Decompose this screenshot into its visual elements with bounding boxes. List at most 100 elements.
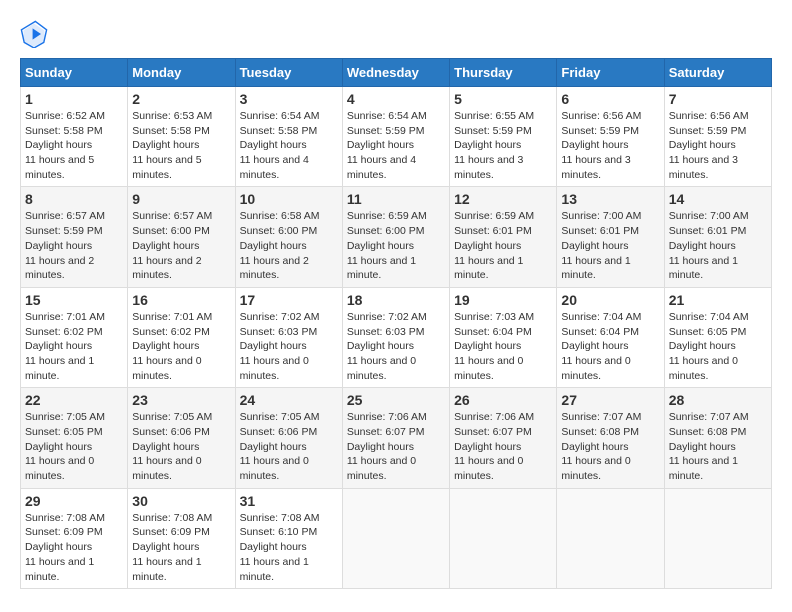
- calendar-cell: [342, 488, 449, 588]
- calendar-cell: 13 Sunrise: 7:00 AM Sunset: 6:01 PM Dayl…: [557, 187, 664, 287]
- logo: [20, 20, 52, 48]
- day-info: Sunrise: 6:56 AM Sunset: 5:59 PM Dayligh…: [669, 109, 767, 182]
- day-number: 15: [25, 292, 123, 308]
- calendar-week-4: 22 Sunrise: 7:05 AM Sunset: 6:05 PM Dayl…: [21, 388, 772, 488]
- day-info: Sunrise: 7:07 AM Sunset: 6:08 PM Dayligh…: [669, 410, 767, 483]
- calendar-cell: 22 Sunrise: 7:05 AM Sunset: 6:05 PM Dayl…: [21, 388, 128, 488]
- day-number: 29: [25, 493, 123, 509]
- calendar-cell: 7 Sunrise: 6:56 AM Sunset: 5:59 PM Dayli…: [664, 87, 771, 187]
- day-info: Sunrise: 7:01 AM Sunset: 6:02 PM Dayligh…: [132, 310, 230, 383]
- weekday-header-wednesday: Wednesday: [342, 59, 449, 87]
- calendar-table: SundayMondayTuesdayWednesdayThursdayFrid…: [20, 58, 772, 589]
- calendar-cell: 20 Sunrise: 7:04 AM Sunset: 6:04 PM Dayl…: [557, 287, 664, 387]
- day-number: 24: [240, 392, 338, 408]
- weekday-header-monday: Monday: [128, 59, 235, 87]
- weekday-header-sunday: Sunday: [21, 59, 128, 87]
- weekday-row: SundayMondayTuesdayWednesdayThursdayFrid…: [21, 59, 772, 87]
- day-info: Sunrise: 6:57 AM Sunset: 5:59 PM Dayligh…: [25, 209, 123, 282]
- day-number: 20: [561, 292, 659, 308]
- calendar-cell: 18 Sunrise: 7:02 AM Sunset: 6:03 PM Dayl…: [342, 287, 449, 387]
- calendar-cell: 3 Sunrise: 6:54 AM Sunset: 5:58 PM Dayli…: [235, 87, 342, 187]
- day-number: 11: [347, 191, 445, 207]
- day-info: Sunrise: 6:53 AM Sunset: 5:58 PM Dayligh…: [132, 109, 230, 182]
- calendar-cell: 2 Sunrise: 6:53 AM Sunset: 5:58 PM Dayli…: [128, 87, 235, 187]
- day-number: 31: [240, 493, 338, 509]
- calendar-cell: [450, 488, 557, 588]
- calendar-header: SundayMondayTuesdayWednesdayThursdayFrid…: [21, 59, 772, 87]
- weekday-header-thursday: Thursday: [450, 59, 557, 87]
- day-info: Sunrise: 7:08 AM Sunset: 6:09 PM Dayligh…: [25, 511, 123, 584]
- day-info: Sunrise: 7:04 AM Sunset: 6:05 PM Dayligh…: [669, 310, 767, 383]
- day-number: 14: [669, 191, 767, 207]
- day-info: Sunrise: 6:54 AM Sunset: 5:59 PM Dayligh…: [347, 109, 445, 182]
- calendar-cell: 9 Sunrise: 6:57 AM Sunset: 6:00 PM Dayli…: [128, 187, 235, 287]
- weekday-header-friday: Friday: [557, 59, 664, 87]
- day-info: Sunrise: 6:59 AM Sunset: 6:00 PM Dayligh…: [347, 209, 445, 282]
- calendar-week-1: 1 Sunrise: 6:52 AM Sunset: 5:58 PM Dayli…: [21, 87, 772, 187]
- day-info: Sunrise: 6:52 AM Sunset: 5:58 PM Dayligh…: [25, 109, 123, 182]
- day-number: 4: [347, 91, 445, 107]
- day-info: Sunrise: 7:00 AM Sunset: 6:01 PM Dayligh…: [561, 209, 659, 282]
- day-info: Sunrise: 7:05 AM Sunset: 6:05 PM Dayligh…: [25, 410, 123, 483]
- calendar-cell: 24 Sunrise: 7:05 AM Sunset: 6:06 PM Dayl…: [235, 388, 342, 488]
- day-info: Sunrise: 7:01 AM Sunset: 6:02 PM Dayligh…: [25, 310, 123, 383]
- day-info: Sunrise: 7:05 AM Sunset: 6:06 PM Dayligh…: [240, 410, 338, 483]
- calendar-cell: [557, 488, 664, 588]
- day-info: Sunrise: 7:06 AM Sunset: 6:07 PM Dayligh…: [347, 410, 445, 483]
- calendar-cell: 8 Sunrise: 6:57 AM Sunset: 5:59 PM Dayli…: [21, 187, 128, 287]
- day-info: Sunrise: 7:03 AM Sunset: 6:04 PM Dayligh…: [454, 310, 552, 383]
- day-number: 19: [454, 292, 552, 308]
- day-number: 12: [454, 191, 552, 207]
- day-number: 8: [25, 191, 123, 207]
- calendar-cell: 1 Sunrise: 6:52 AM Sunset: 5:58 PM Dayli…: [21, 87, 128, 187]
- day-info: Sunrise: 6:58 AM Sunset: 6:00 PM Dayligh…: [240, 209, 338, 282]
- calendar-week-2: 8 Sunrise: 6:57 AM Sunset: 5:59 PM Dayli…: [21, 187, 772, 287]
- day-number: 3: [240, 91, 338, 107]
- day-number: 22: [25, 392, 123, 408]
- day-info: Sunrise: 7:04 AM Sunset: 6:04 PM Dayligh…: [561, 310, 659, 383]
- day-info: Sunrise: 6:57 AM Sunset: 6:00 PM Dayligh…: [132, 209, 230, 282]
- day-info: Sunrise: 7:02 AM Sunset: 6:03 PM Dayligh…: [347, 310, 445, 383]
- day-number: 16: [132, 292, 230, 308]
- calendar-cell: 31 Sunrise: 7:08 AM Sunset: 6:10 PM Dayl…: [235, 488, 342, 588]
- calendar-cell: 23 Sunrise: 7:05 AM Sunset: 6:06 PM Dayl…: [128, 388, 235, 488]
- logo-icon: [20, 20, 48, 48]
- day-number: 18: [347, 292, 445, 308]
- day-number: 30: [132, 493, 230, 509]
- day-number: 28: [669, 392, 767, 408]
- calendar-cell: 26 Sunrise: 7:06 AM Sunset: 6:07 PM Dayl…: [450, 388, 557, 488]
- day-number: 10: [240, 191, 338, 207]
- day-info: Sunrise: 7:00 AM Sunset: 6:01 PM Dayligh…: [669, 209, 767, 282]
- calendar-cell: 14 Sunrise: 7:00 AM Sunset: 6:01 PM Dayl…: [664, 187, 771, 287]
- calendar-cell: [664, 488, 771, 588]
- calendar-cell: 30 Sunrise: 7:08 AM Sunset: 6:09 PM Dayl…: [128, 488, 235, 588]
- calendar-cell: 19 Sunrise: 7:03 AM Sunset: 6:04 PM Dayl…: [450, 287, 557, 387]
- calendar-cell: 6 Sunrise: 6:56 AM Sunset: 5:59 PM Dayli…: [557, 87, 664, 187]
- day-info: Sunrise: 7:07 AM Sunset: 6:08 PM Dayligh…: [561, 410, 659, 483]
- day-number: 23: [132, 392, 230, 408]
- day-number: 27: [561, 392, 659, 408]
- calendar-cell: 12 Sunrise: 6:59 AM Sunset: 6:01 PM Dayl…: [450, 187, 557, 287]
- weekday-header-tuesday: Tuesday: [235, 59, 342, 87]
- day-info: Sunrise: 7:05 AM Sunset: 6:06 PM Dayligh…: [132, 410, 230, 483]
- day-number: 5: [454, 91, 552, 107]
- day-number: 25: [347, 392, 445, 408]
- calendar-cell: 16 Sunrise: 7:01 AM Sunset: 6:02 PM Dayl…: [128, 287, 235, 387]
- calendar-cell: 21 Sunrise: 7:04 AM Sunset: 6:05 PM Dayl…: [664, 287, 771, 387]
- calendar-cell: 17 Sunrise: 7:02 AM Sunset: 6:03 PM Dayl…: [235, 287, 342, 387]
- day-info: Sunrise: 6:59 AM Sunset: 6:01 PM Dayligh…: [454, 209, 552, 282]
- weekday-header-saturday: Saturday: [664, 59, 771, 87]
- day-number: 7: [669, 91, 767, 107]
- calendar-cell: 25 Sunrise: 7:06 AM Sunset: 6:07 PM Dayl…: [342, 388, 449, 488]
- day-info: Sunrise: 7:02 AM Sunset: 6:03 PM Dayligh…: [240, 310, 338, 383]
- header: [20, 20, 772, 48]
- day-number: 26: [454, 392, 552, 408]
- day-info: Sunrise: 7:08 AM Sunset: 6:10 PM Dayligh…: [240, 511, 338, 584]
- day-info: Sunrise: 6:54 AM Sunset: 5:58 PM Dayligh…: [240, 109, 338, 182]
- day-number: 13: [561, 191, 659, 207]
- day-number: 1: [25, 91, 123, 107]
- calendar-cell: 11 Sunrise: 6:59 AM Sunset: 6:00 PM Dayl…: [342, 187, 449, 287]
- calendar-cell: 27 Sunrise: 7:07 AM Sunset: 6:08 PM Dayl…: [557, 388, 664, 488]
- day-number: 6: [561, 91, 659, 107]
- day-number: 21: [669, 292, 767, 308]
